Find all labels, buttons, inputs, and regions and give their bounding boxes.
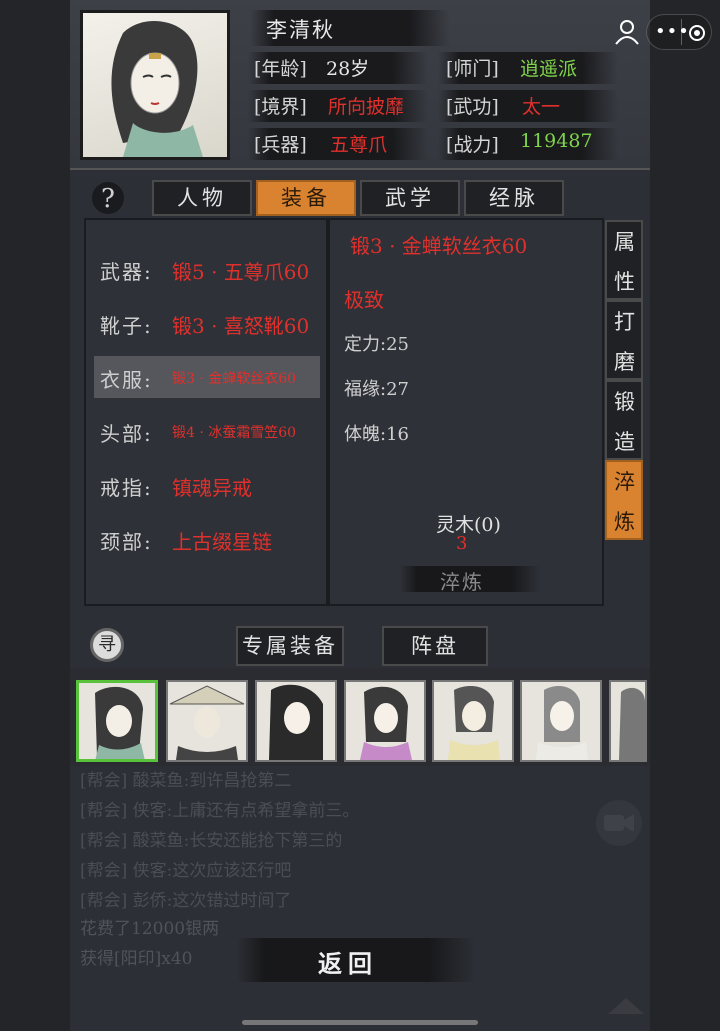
tab-meridians[interactable]: 经脉 — [464, 180, 564, 216]
stat-label-skill: [武功] — [446, 96, 499, 118]
tab-formation[interactable]: 阵盘 — [382, 626, 488, 666]
outer-left-margin — [0, 0, 70, 1031]
equip-slot-label: 头部: — [100, 422, 153, 446]
detail-quality: 极致 — [344, 288, 384, 312]
stat-label-sect: [师门] — [446, 58, 499, 80]
stat-label-weapon: [兵器] — [254, 134, 307, 156]
help-glyph: ? — [101, 184, 115, 214]
stat-value-age: 28岁 — [326, 58, 370, 80]
equip-slot-label: 衣服: — [100, 368, 153, 392]
video-icon[interactable] — [596, 800, 642, 846]
character-header: 李清秋 [年龄] 28岁 [师门] 逍遥派 [境界] 所向披靡 [武功] 太一 … — [70, 0, 650, 170]
equip-slot-label: 颈部: — [100, 530, 153, 554]
stat-label-power: [战力] — [446, 134, 499, 156]
chat-line: [帮会] 酸菜鱼:长安还能抢下第三的 — [80, 831, 343, 851]
stat-value-sect: 逍遥派 — [520, 58, 578, 80]
scroll-up-icon[interactable] — [608, 998, 644, 1014]
chat-line: [帮会] 侠客:上庸还有点希望拿前三。 — [80, 801, 360, 821]
equip-slot-label: 靴子: — [100, 314, 153, 338]
equip-item-name: 锻5 · 五尊爪60 — [172, 260, 310, 284]
tab-exclusive-gear[interactable]: 专属装备 — [236, 626, 344, 666]
side-tab-label: 打磨 — [614, 310, 635, 374]
side-tab-label: 锻造 — [614, 390, 635, 454]
detail-attr: 福缘:27 — [344, 379, 409, 400]
stat-value-skill: 太一 — [522, 96, 561, 118]
help-icon[interactable]: ? — [88, 180, 128, 216]
tab-character[interactable]: 人物 — [152, 180, 252, 216]
roster-thumb-1[interactable] — [76, 680, 158, 762]
equip-item-name: 锻3 · 喜怒靴60 — [172, 314, 310, 338]
roster-thumb-3[interactable] — [255, 680, 337, 762]
roster-thumb-4[interactable] — [344, 680, 426, 762]
equip-slot-label: 武器: — [100, 260, 153, 284]
detail-item-name: 锻3 · 金蝉软丝衣60 — [350, 234, 528, 258]
tab-martial-arts[interactable]: 武学 — [360, 180, 460, 216]
user-icon[interactable] — [612, 16, 642, 48]
outer-right-margin — [650, 0, 720, 1031]
roster-thumb-6[interactable] — [520, 680, 602, 762]
close-mini-program-icon[interactable] — [689, 25, 705, 41]
search-icon[interactable]: 寻 — [90, 628, 124, 662]
chat-line: [帮会] 彭侨:这次错过时间了 — [80, 891, 292, 911]
equip-slot-label: 戒指: — [100, 476, 153, 500]
chat-line: [帮会] 酸菜鱼:到许昌抢第二 — [80, 771, 292, 791]
roster-thumb-2[interactable] — [166, 680, 248, 762]
stat-label-realm: [境界] — [254, 96, 307, 118]
roster-thumb-5[interactable] — [432, 680, 514, 762]
equip-item-name: 镇魂异戒 — [172, 476, 252, 500]
tab-equipment[interactable]: 装备 — [256, 180, 356, 216]
equip-item-name: 上古缀星链 — [172, 530, 272, 554]
character-name: 李清秋 — [266, 18, 335, 42]
equip-row-clothes[interactable]: 衣服: 锻3 · 金蝉软丝衣60 — [94, 356, 320, 398]
refine-button[interactable]: 淬炼 — [440, 566, 484, 595]
capsule-menu: ••• — [646, 14, 712, 50]
side-tab-refine[interactable]: 淬炼 — [605, 460, 643, 540]
capsule-divider — [681, 19, 682, 45]
stat-label-age: [年龄] — [254, 58, 307, 80]
equip-row-weapon[interactable]: 武器: 锻5 · 五尊爪60 — [94, 248, 320, 290]
stat-value-realm: 所向披靡 — [328, 96, 405, 118]
stat-value-weapon: 五尊爪 — [330, 134, 388, 156]
detail-attr: 定力:25 — [344, 334, 409, 355]
side-tab-polish[interactable]: 打磨 — [605, 300, 643, 380]
equip-row-ring[interactable]: 戒指: 镇魂异戒 — [94, 464, 320, 506]
material-cost: 3 — [456, 533, 468, 554]
side-tab-label: 淬炼 — [614, 470, 635, 534]
roster-thumb-7[interactable] — [609, 680, 647, 762]
equip-row-head[interactable]: 头部: 锻4 · 冰蚕霜雪笠60 — [94, 410, 320, 452]
lower-tab-bar — [70, 608, 650, 666]
chat-line: 花费了12000银两 — [80, 919, 220, 939]
chat-line: [帮会] 侠客:这次应该还行吧 — [80, 861, 292, 881]
equip-item-name: 锻4 · 冰蚕霜雪笠60 — [172, 425, 297, 441]
equip-row-neck[interactable]: 颈部: 上古缀星链 — [94, 518, 320, 560]
equip-row-boots[interactable]: 靴子: 锻3 · 喜怒靴60 — [94, 302, 320, 344]
equip-item-name: 锻3 · 金蝉软丝衣60 — [172, 371, 297, 387]
chat-line: 获得[阳印]x40 — [80, 949, 193, 969]
side-tab-label: 属性 — [614, 230, 635, 294]
side-tab-attributes[interactable]: 属性 — [605, 220, 643, 300]
more-icon[interactable]: ••• — [655, 21, 690, 42]
detail-attr: 体魄:16 — [344, 424, 409, 445]
character-portrait — [80, 10, 230, 160]
material-count: 灵木(0) — [436, 514, 501, 536]
home-indicator — [242, 1020, 478, 1025]
side-tab-forge[interactable]: 锻造 — [605, 380, 643, 460]
back-button[interactable]: 返回 — [318, 944, 378, 979]
stat-value-power: 119487 — [520, 130, 593, 152]
